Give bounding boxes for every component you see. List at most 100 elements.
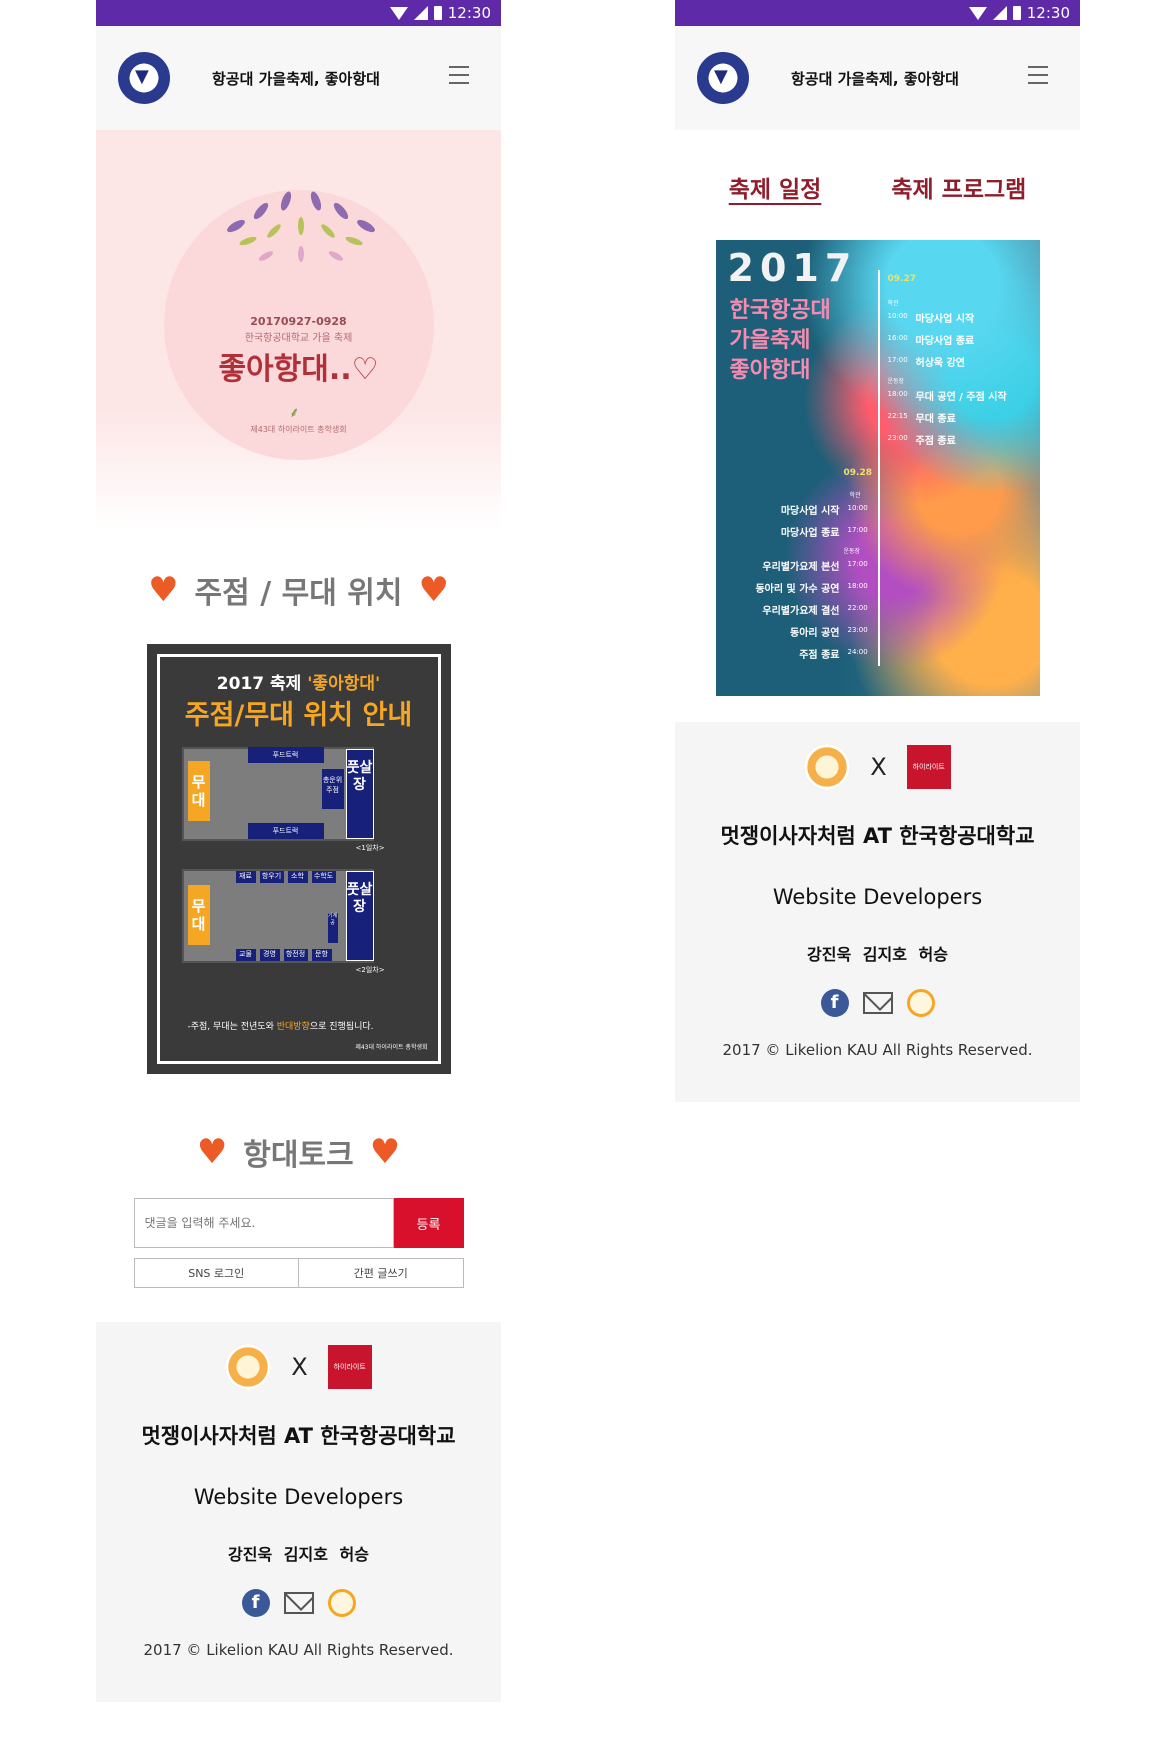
event-name: 우리별가요제 본선 <box>762 562 840 573</box>
event-name: 마당사업 시작 <box>915 314 975 325</box>
event-time: 18:00 <box>887 390 908 398</box>
hero-date: 20170927-0928 <box>250 315 347 328</box>
event-name: 무대 공연 / 주점 시작 <box>915 392 1007 403</box>
battery-icon <box>1012 6 1021 20</box>
poster-divider <box>877 270 880 666</box>
event-time: 17:00 <box>847 560 868 568</box>
hero-banner: 20170927-0928 한국항공대학교 가을 축제 좋아항대..♡ ⸙ 제4… <box>96 130 501 530</box>
booth: 문항 <box>311 949 332 961</box>
hero-subtitle: 한국항공대학교 가을 축제 <box>244 333 353 344</box>
talk-section-title: ♥ 항대토크 ♥ <box>96 1130 501 1174</box>
day1-label: <1일차> <box>355 844 385 852</box>
sns-login-button[interactable]: SNS 로그인 <box>135 1259 299 1287</box>
highlight-logo: 하이라이트 <box>906 745 951 789</box>
likelion-icon[interactable] <box>327 1589 356 1617</box>
futsal-field: 풋살장 <box>345 871 374 961</box>
collab-x: X <box>291 1353 308 1381</box>
phone-screen-schedule: 12:30 항공대 가을축제, 좋아항대 축제 일정 축제 프로그램 2017 … <box>675 0 1080 1102</box>
quick-write-button[interactable]: 간편 글쓰기 <box>298 1259 463 1287</box>
submit-comment-button[interactable]: 등록 <box>393 1198 464 1248</box>
university-logo[interactable] <box>118 52 170 104</box>
facebook-icon[interactable]: f <box>241 1589 270 1617</box>
university-logo[interactable] <box>697 52 749 104</box>
map-note: -주점, 무대는 전년도와 반대방향으로 진행됩니다. <box>187 1022 374 1032</box>
booth: 교물 <box>235 949 256 961</box>
poster-year: 2017 <box>727 246 858 290</box>
day2-label: <2일차> <box>355 966 385 974</box>
hamburger-menu-icon[interactable] <box>1028 66 1048 84</box>
map-organizer: 제43대 하이라이트 총학생회 <box>355 1044 428 1051</box>
collab-logos: X 하이라이트 <box>96 1344 501 1390</box>
event-name: 허상욱 강연 <box>915 358 965 369</box>
talk-section-label: 항대토크 <box>243 1138 354 1173</box>
poster-place: 학관 <box>887 300 899 307</box>
event-name: 주점 종료 <box>915 436 956 447</box>
event-time: 16:00 <box>887 334 908 342</box>
comment-input[interactable] <box>133 1198 394 1248</box>
wifi-icon <box>389 6 408 20</box>
footer: X 하이라이트 멋쟁이사자처럼 AT 한국항공대학교 Website Devel… <box>675 722 1080 1102</box>
event-name: 동아리 공연 <box>790 628 840 639</box>
event-time: 17:00 <box>887 356 908 364</box>
event-name: 마당사업 시작 <box>780 506 840 517</box>
futsal-field: 풋살장 <box>345 749 374 839</box>
heart-icon: ♥ <box>196 1132 228 1172</box>
hamburger-menu-icon[interactable] <box>449 66 469 84</box>
sprout-icon: ⸙ <box>289 405 300 421</box>
map-poster-subheading: 주점/무대 위치 안내 <box>184 700 413 731</box>
highlight-logo: 하이라이트 <box>327 1345 372 1389</box>
facebook-icon[interactable]: f <box>820 989 849 1017</box>
event-name: 무대 종료 <box>915 414 956 425</box>
foodtruck-booth: 푸드트럭 <box>247 747 324 763</box>
app-bar: 항공대 가을축제, 좋아항대 <box>675 26 1080 130</box>
likelion-logo <box>804 744 851 790</box>
status-bar: 12:30 <box>96 0 501 26</box>
footer-developer-names: 강진욱 김지호 허승 <box>807 945 948 964</box>
footer-school: 멋쟁이사자처럼 AT 한국항공대학교 <box>720 824 1035 848</box>
heart-icon: ♥ <box>148 570 179 610</box>
event-time: 18:00 <box>847 582 868 590</box>
poster-place: 학관 <box>849 492 861 499</box>
likelion-icon[interactable] <box>906 989 935 1017</box>
tab-program[interactable]: 축제 프로그램 <box>891 170 1026 240</box>
phone-screen-main: 12:30 항공대 가을축제, 좋아항대 <box>96 0 501 1702</box>
event-time: 24:00 <box>847 648 868 656</box>
hero-festival-name: 좋아항대..♡ <box>218 352 379 387</box>
booth: 항우기 <box>259 871 284 883</box>
tab-schedule[interactable]: 축제 일정 <box>729 170 822 240</box>
stage-block: 무대 <box>187 761 210 821</box>
event-time: 23:00 <box>847 626 868 634</box>
map-section-label: 주점 / 무대 위치 <box>194 576 403 611</box>
poster-day1: 09.27 <box>887 274 916 284</box>
wifi-icon <box>968 6 987 20</box>
copyright: 2017 © Likelion KAU All Rights Reserved. <box>143 1641 454 1659</box>
status-time: 12:30 <box>447 4 491 22</box>
map-poster-heading: 2017 축제 '좋아항대' <box>216 674 381 694</box>
event-time: 17:00 <box>847 526 868 534</box>
footer-developers-heading: Website Developers <box>193 1485 404 1509</box>
event-name: 주점 종료 <box>799 650 840 661</box>
mail-icon[interactable] <box>862 992 893 1014</box>
app-title: 항공대 가을축제, 좋아항대 <box>791 70 959 88</box>
event-name: 우리별가요제 결선 <box>762 606 840 617</box>
poster-place: 운동장 <box>843 548 861 555</box>
heart-icon: ♥ <box>418 570 449 610</box>
floral-wreath-icon <box>227 191 375 262</box>
event-time: 10:00 <box>847 504 868 512</box>
poster-place: 운동장 <box>887 378 905 385</box>
social-links: f <box>675 989 1080 1017</box>
footer-developers-heading: Website Developers <box>772 885 983 909</box>
poster-title-line: 좋아항대 <box>729 358 811 383</box>
footer: X 하이라이트 멋쟁이사자처럼 AT 한국항공대학교 Website Devel… <box>96 1322 501 1702</box>
event-time: 10:00 <box>887 312 908 320</box>
mail-icon[interactable] <box>283 1592 314 1614</box>
copyright: 2017 © Likelion KAU All Rights Reserved. <box>722 1041 1033 1059</box>
event-time: 22:15 <box>887 412 908 420</box>
booth: 소학 <box>287 871 308 883</box>
booth-stage-map[interactable]: 2017 축제 '좋아항대' 주점/무대 위치 안내 무대 푸드트럭 푸드트럭 … <box>146 644 451 1074</box>
battery-icon <box>433 6 442 20</box>
poster-title-line: 가을축제 <box>729 328 811 353</box>
app-title: 항공대 가을축제, 좋아항대 <box>212 70 380 88</box>
collab-x: X <box>870 753 887 781</box>
footer-school: 멋쟁이사자처럼 AT 한국항공대학교 <box>141 1424 456 1448</box>
